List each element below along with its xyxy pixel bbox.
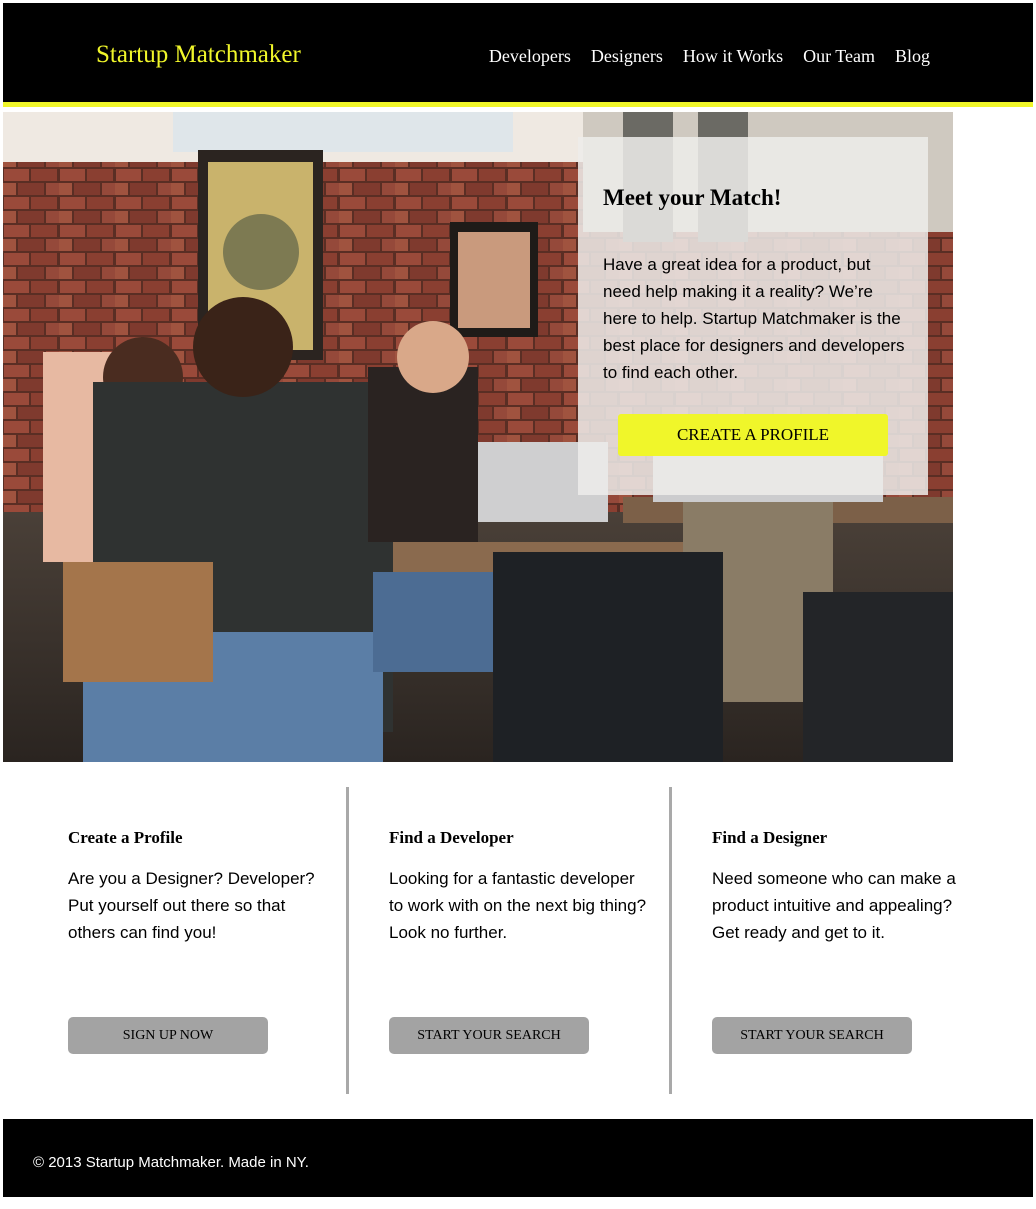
nav-link-our-team[interactable]: Our Team xyxy=(803,46,875,67)
hero-card: Meet your Match! Have a great idea for a… xyxy=(578,137,928,495)
copyright-text: © 2013 Startup Matchmaker. Made in NY. xyxy=(33,1154,309,1171)
feature-title: Find a Designer xyxy=(712,828,828,847)
hero-title: Meet your Match! xyxy=(603,185,782,210)
nav-link-designers[interactable]: Designers xyxy=(591,46,663,67)
features-section: Create a Profile Are you a Designer? Dev… xyxy=(3,787,1033,1094)
column-divider xyxy=(346,787,349,1094)
feature-find-designer: Find a Designer Need someone who can mak… xyxy=(712,787,972,1094)
column-divider xyxy=(669,787,672,1094)
feature-text: Looking for a fantastic developer to wor… xyxy=(389,869,647,942)
sign-up-button[interactable]: SIGN UP NOW xyxy=(68,1017,268,1054)
designer-search-button[interactable]: START YOUR SEARCH xyxy=(712,1017,912,1054)
nav-link-blog[interactable]: Blog xyxy=(895,46,930,67)
main-nav: Developers Designers How it Works Our Te… xyxy=(489,46,930,67)
nav-link-how-it-works[interactable]: How it Works xyxy=(683,46,783,67)
feature-text: Need someone who can make a product intu… xyxy=(712,869,956,942)
developer-search-button[interactable]: START YOUR SEARCH xyxy=(389,1017,589,1054)
create-profile-button[interactable]: CREATE A PROFILE xyxy=(618,414,888,456)
feature-title: Create a Profile xyxy=(68,828,183,847)
hero-description: Have a great idea for a product, but nee… xyxy=(603,255,905,382)
feature-text: Are you a Designer? Developer? Put yours… xyxy=(68,869,315,942)
feature-create-profile: Create a Profile Are you a Designer? Dev… xyxy=(68,787,328,1094)
feature-find-developer: Find a Developer Looking for a fantastic… xyxy=(389,787,649,1094)
nav-link-developers[interactable]: Developers xyxy=(489,46,571,67)
site-logo[interactable]: Startup Matchmaker xyxy=(96,41,301,69)
feature-title: Find a Developer xyxy=(389,828,514,847)
site-header: Startup Matchmaker Developers Designers … xyxy=(3,3,1033,107)
site-footer: © 2013 Startup Matchmaker. Made in NY. xyxy=(3,1119,1033,1197)
